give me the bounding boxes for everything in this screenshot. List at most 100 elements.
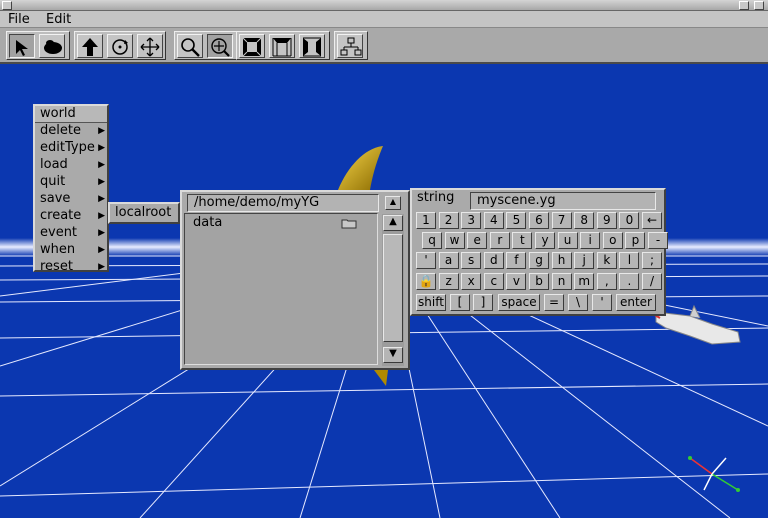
world-menu-item-delete[interactable]: delete ▶ bbox=[35, 123, 107, 140]
key-3-1[interactable]: z bbox=[438, 273, 459, 290]
key-1-8[interactable]: o bbox=[602, 232, 623, 249]
minimize-button[interactable] bbox=[739, 1, 749, 10]
key-quote[interactable]: ' bbox=[592, 294, 612, 311]
menu-edit[interactable]: Edit bbox=[46, 12, 71, 27]
parent-dir-button[interactable]: ▲ bbox=[385, 196, 401, 210]
scroll-down-button[interactable]: ▼ bbox=[383, 347, 403, 363]
key-2-10[interactable]: ; bbox=[642, 252, 662, 269]
key-2-7[interactable]: j bbox=[574, 252, 595, 269]
file-list[interactable]: data bbox=[184, 213, 378, 365]
menu-file[interactable]: File bbox=[8, 12, 30, 27]
world-menu-item-when[interactable]: when ▶ bbox=[35, 242, 107, 259]
key-1-7[interactable]: i bbox=[580, 232, 601, 249]
front-view-button[interactable] bbox=[239, 34, 265, 58]
key-1-1[interactable]: w bbox=[444, 232, 465, 249]
top-view-button[interactable] bbox=[269, 34, 295, 58]
string-input[interactable]: myscene.yg bbox=[470, 192, 656, 210]
key-3-9[interactable]: . bbox=[619, 273, 640, 290]
key-2-2[interactable]: s bbox=[461, 252, 482, 269]
3d-viewport[interactable]: world delete ▶ editType ▶ load ▶ quit ▶ save… bbox=[0, 66, 768, 518]
key-left-bracket[interactable]: [ bbox=[450, 294, 470, 311]
key-0-8[interactable]: 9 bbox=[596, 212, 617, 229]
key-3-2[interactable]: x bbox=[461, 273, 482, 290]
key-2-0[interactable]: ' bbox=[416, 252, 436, 269]
window-menu-button[interactable] bbox=[2, 1, 12, 10]
key-enter[interactable]: enter bbox=[616, 294, 656, 311]
key-0-6[interactable]: 7 bbox=[551, 212, 572, 229]
key-1-9[interactable]: p bbox=[625, 232, 646, 249]
key-3-8[interactable]: , bbox=[596, 273, 617, 290]
list-item[interactable]: data bbox=[185, 214, 377, 232]
key-1-2[interactable]: e bbox=[467, 232, 488, 249]
path-field[interactable]: /home/demo/myYG bbox=[187, 194, 379, 212]
key-1-0[interactable]: q bbox=[422, 232, 442, 249]
key-2-3[interactable]: d bbox=[483, 252, 504, 269]
maximize-button[interactable] bbox=[754, 1, 764, 10]
zoom-tool-button[interactable] bbox=[177, 34, 203, 58]
side-view-button[interactable] bbox=[299, 34, 325, 58]
file-browser-panel: /home/demo/myYG ▲ data ▲ ▼ bbox=[180, 190, 410, 370]
key-0-1[interactable]: 2 bbox=[438, 212, 459, 229]
key-3-6[interactable]: n bbox=[551, 273, 572, 290]
key-1-10[interactable]: - bbox=[648, 232, 668, 249]
key-0-5[interactable]: 6 bbox=[529, 212, 549, 229]
key-3-10[interactable]: / bbox=[642, 273, 662, 290]
key-right-bracket[interactable]: ] bbox=[473, 294, 493, 311]
key-1-4[interactable]: t bbox=[512, 232, 533, 249]
world-menu-item-event[interactable]: event ▶ bbox=[35, 225, 107, 242]
key-1-5[interactable]: y bbox=[535, 232, 555, 249]
key-3-4[interactable]: v bbox=[506, 273, 527, 290]
world-menu-item-label: reset bbox=[40, 259, 73, 274]
submenu-item-localroot[interactable]: localroot bbox=[110, 204, 178, 221]
key-3-7[interactable]: m bbox=[574, 273, 595, 290]
key-2-8[interactable]: k bbox=[596, 252, 617, 269]
fly-icon bbox=[44, 40, 62, 54]
key-1-6[interactable]: u bbox=[557, 232, 578, 249]
window-title-bar bbox=[0, 0, 768, 11]
folder-icon bbox=[341, 219, 357, 229]
key-2-9[interactable]: l bbox=[619, 252, 640, 269]
move-up-tool-button[interactable] bbox=[77, 34, 103, 58]
world-menu-item-label: load bbox=[40, 157, 68, 172]
key-2-6[interactable]: h bbox=[551, 252, 572, 269]
key-2-4[interactable]: f bbox=[506, 252, 527, 269]
key-3-5[interactable]: b bbox=[529, 273, 549, 290]
key-3-3[interactable]: c bbox=[483, 273, 504, 290]
world-menu-item-quit[interactable]: quit ▶ bbox=[35, 174, 107, 191]
key-0-3[interactable]: 4 bbox=[483, 212, 504, 229]
key-space[interactable]: space bbox=[498, 294, 540, 311]
key-0-9[interactable]: 0 bbox=[619, 212, 640, 229]
key-backslash[interactable]: \ bbox=[568, 294, 588, 311]
key-0-0[interactable]: 1 bbox=[416, 212, 436, 229]
vertical-scrollbar[interactable]: ▲ ▼ bbox=[382, 214, 404, 366]
world-menu-item-edittype[interactable]: editType ▶ bbox=[35, 140, 107, 157]
scroll-thumb[interactable] bbox=[383, 234, 403, 342]
world-menu-title: world bbox=[35, 106, 107, 123]
world-menu-item-label: save bbox=[40, 191, 71, 206]
key-2-5[interactable]: g bbox=[529, 252, 549, 269]
key-1-3[interactable]: r bbox=[489, 232, 510, 249]
key-0-4[interactable]: 5 bbox=[506, 212, 527, 229]
world-menu-item-save[interactable]: save ▶ bbox=[35, 191, 107, 208]
key-2-1[interactable]: a bbox=[438, 252, 459, 269]
world-menu-item-reset[interactable]: reset ▶ bbox=[35, 259, 107, 276]
key-shift[interactable]: shift bbox=[416, 294, 446, 311]
top-view-icon bbox=[272, 38, 292, 57]
zoom-in-tool-button[interactable] bbox=[207, 34, 233, 58]
scroll-up-button[interactable]: ▲ bbox=[383, 215, 403, 231]
scene-graph-button[interactable] bbox=[337, 34, 363, 58]
translate-tool-button[interactable] bbox=[137, 34, 163, 58]
toolbar bbox=[0, 28, 768, 64]
key-3-0[interactable]: 🔒 bbox=[416, 273, 436, 290]
select-tool-button[interactable] bbox=[9, 34, 35, 58]
fly-tool-button[interactable] bbox=[39, 34, 65, 58]
key-0-10[interactable]: ← bbox=[642, 212, 662, 229]
world-menu-item-label: when bbox=[40, 242, 76, 257]
rotate-tool-button[interactable] bbox=[107, 34, 133, 58]
key-0-2[interactable]: 3 bbox=[461, 212, 482, 229]
world-menu-item-load[interactable]: load ▶ bbox=[35, 157, 107, 174]
world-menu-item-create[interactable]: create ▶ bbox=[35, 208, 107, 225]
key-0-7[interactable]: 8 bbox=[574, 212, 595, 229]
key-equals[interactable]: = bbox=[544, 294, 564, 311]
side-view-icon bbox=[303, 37, 321, 57]
